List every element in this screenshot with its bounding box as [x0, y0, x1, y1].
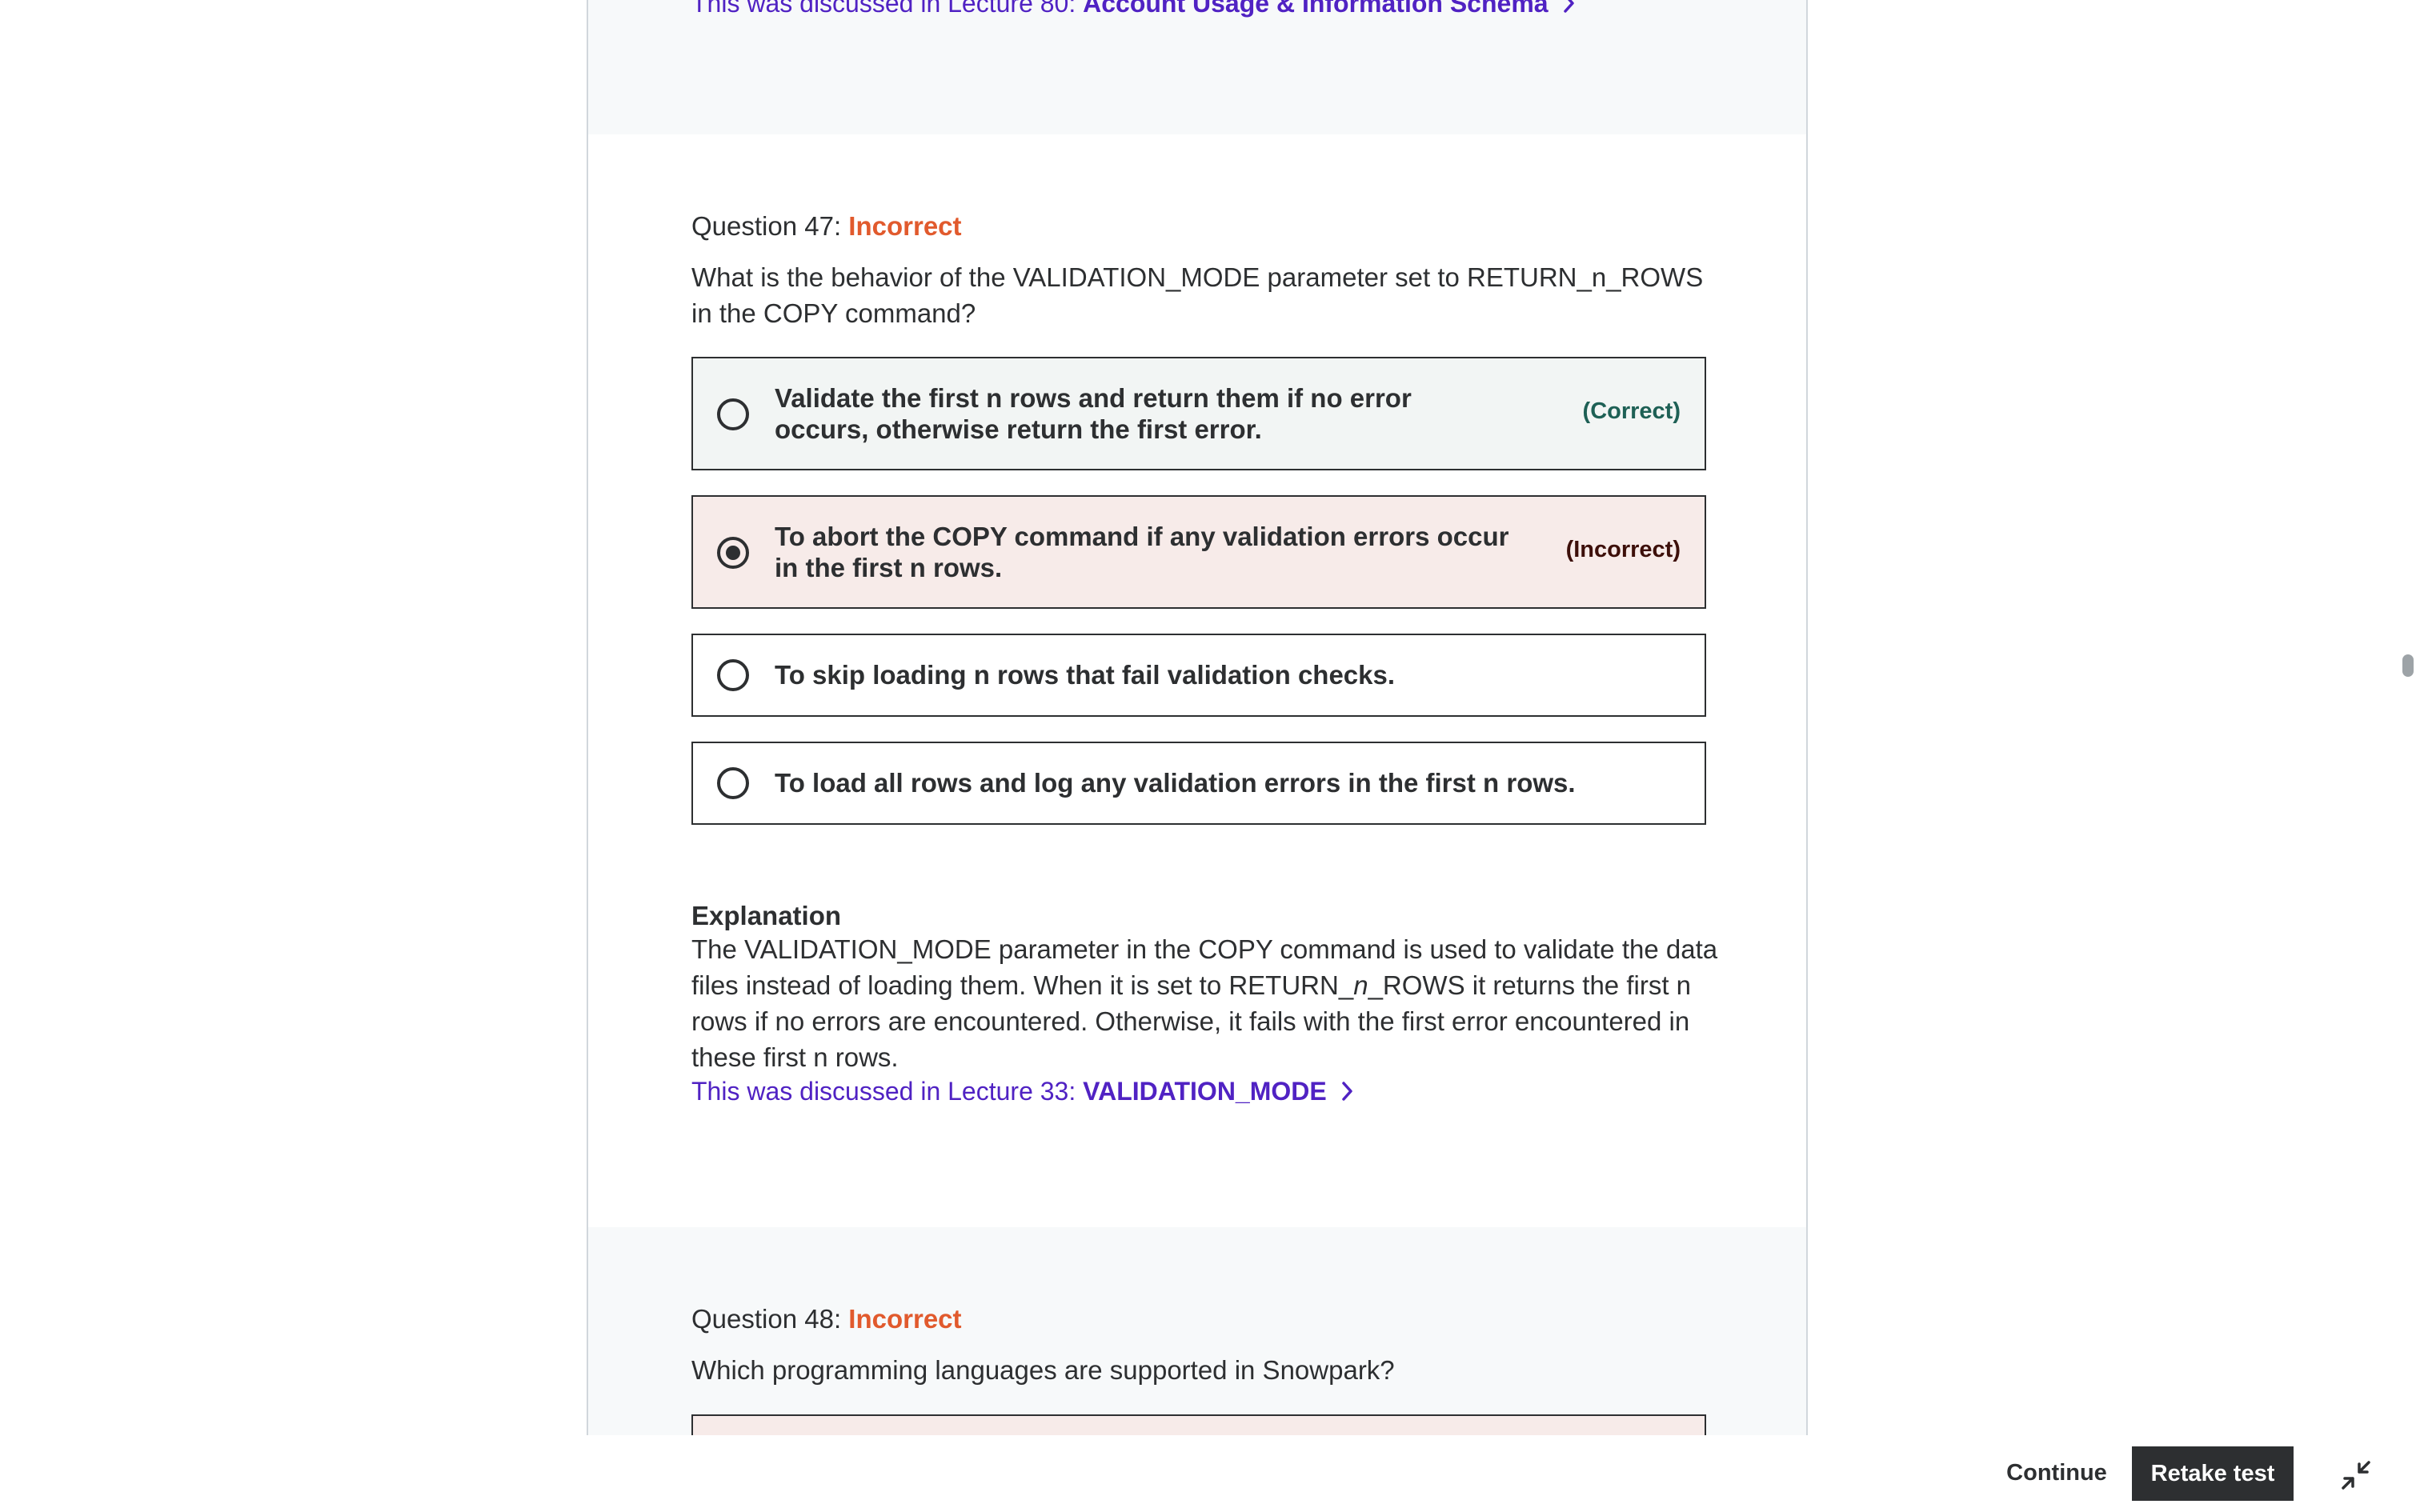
- question-text: Which programming languages are supporte…: [691, 1355, 1395, 1385]
- continue-button[interactable]: Continue: [1993, 1446, 2121, 1499]
- previous-question-section: This was discussed in Lecture 80: Accoun…: [588, 0, 1806, 134]
- status-badge: Incorrect: [848, 211, 962, 241]
- answer-option-1[interactable]: Validate the first n rows and return the…: [691, 357, 1706, 470]
- explanation-italic: n: [1353, 970, 1368, 1000]
- question-number: Question 48:: [691, 1304, 849, 1334]
- collapse-fullscreen-icon[interactable]: [2338, 1458, 2374, 1493]
- radio-button[interactable]: [717, 659, 749, 691]
- lecture-reference-prefix: This was discussed in Lecture 33:: [691, 1077, 1084, 1106]
- retake-test-button[interactable]: Retake test: [2132, 1446, 2294, 1501]
- radio-button-selected[interactable]: [717, 537, 749, 569]
- answer-text: To load all rows and log any validation …: [775, 768, 1576, 798]
- lecture-link[interactable]: Account Usage & Information Schema: [1083, 0, 1548, 18]
- answer-option-4[interactable]: To load all rows and log any validation …: [691, 742, 1706, 825]
- answer-option-3[interactable]: To skip loading n rows that fail validat…: [691, 634, 1706, 717]
- quiz-results-panel: This was discussed in Lecture 80: Accoun…: [587, 0, 1808, 1435]
- lecture-reference: This was discussed in Lecture 33: VALIDA…: [691, 1077, 1354, 1108]
- answer-text: To skip loading n rows that fail validat…: [775, 660, 1396, 690]
- answer-text: Validate the first n rows and return the…: [775, 383, 1412, 444]
- question-header: Question 48: Incorrect: [691, 1304, 962, 1334]
- status-badge: Incorrect: [848, 1304, 962, 1334]
- question-48-section: Question 48: Incorrect Which programming…: [588, 1227, 1806, 1435]
- question-47-section: Question 47: Incorrect What is the behav…: [588, 134, 1806, 1227]
- explanation-text: The VALIDATION_MODE parameter in the COP…: [691, 931, 1724, 1075]
- answer-option-2[interactable]: To abort the COPY command if any validat…: [691, 495, 1706, 609]
- question-header: Question 47: Incorrect: [691, 211, 962, 242]
- question-text: What is the behavior of the VALIDATION_M…: [691, 262, 1704, 328]
- lecture-reference: This was discussed in Lecture 80: Accoun…: [691, 0, 1576, 20]
- answer-text: To abort the COPY command if any validat…: [775, 522, 1509, 582]
- question-number: Question 47:: [691, 211, 849, 241]
- lecture-reference-prefix: This was discussed in Lecture 80:: [691, 0, 1084, 18]
- chevron-right-icon[interactable]: [1341, 1078, 1354, 1108]
- radio-button[interactable]: [717, 767, 749, 799]
- radio-button[interactable]: [717, 398, 749, 430]
- lecture-link[interactable]: VALIDATION_MODE: [1083, 1077, 1327, 1106]
- answer-option-1[interactable]: [691, 1414, 1706, 1435]
- explanation-title: Explanation: [691, 901, 842, 930]
- incorrect-tag: (Incorrect): [1565, 537, 1681, 562]
- correct-tag: (Correct): [1582, 398, 1681, 424]
- scrollbar-thumb[interactable]: [2402, 654, 2414, 677]
- chevron-right-icon[interactable]: [1563, 0, 1576, 20]
